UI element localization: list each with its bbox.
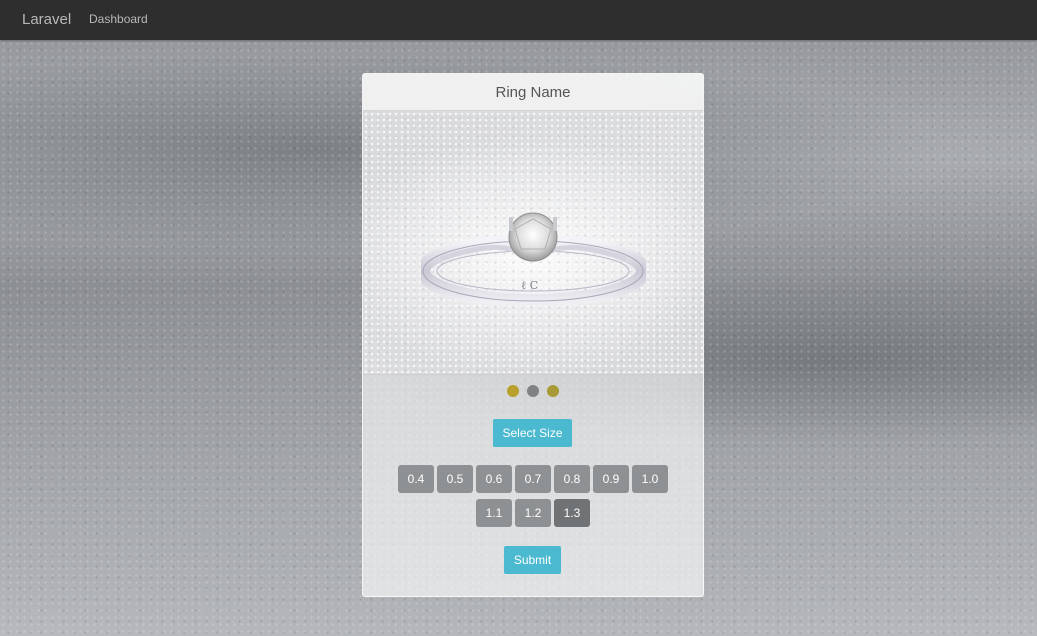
color-option-rose-gold[interactable] [547,385,560,397]
size-button-0-8[interactable]: 0.8 [554,465,590,493]
panel-heading: Ring Name [363,74,703,111]
navbar-brand[interactable]: Laravel [22,11,71,28]
product-title: Ring Name [495,84,571,101]
size-button-1-2[interactable]: 1.2 [515,499,551,527]
size-button-0-5[interactable]: 0.5 [437,465,473,493]
select-size-button[interactable]: Select Size [493,419,572,447]
top-navbar: Laravel Dashboard [0,0,1037,40]
submit-button[interactable]: Submit [504,546,561,574]
size-row-1: 0.4 0.5 0.6 0.7 0.8 0.9 1.0 [363,465,703,493]
product-panel: Ring Name ℓ C Select Size 0.4 0.5 0.6 0.… [362,73,704,597]
size-button-1-1[interactable]: 1.1 [476,499,512,527]
size-button-0-7[interactable]: 0.7 [515,465,551,493]
size-button-0-6[interactable]: 0.6 [476,465,512,493]
size-button-1-0[interactable]: 1.0 [632,465,668,493]
size-button-1-3[interactable]: 1.3 [554,499,590,527]
svg-text:ℓ C: ℓ C [521,279,538,292]
size-button-0-4[interactable]: 0.4 [398,465,434,493]
color-option-silver[interactable] [527,385,539,397]
product-image: ℓ C [363,111,703,375]
nav-link-dashboard[interactable]: Dashboard [89,12,148,26]
size-row-2: 1.1 1.2 1.3 [363,499,703,527]
ring-image: ℓ C [421,212,646,306]
color-option-gold[interactable] [506,385,519,397]
size-button-0-9[interactable]: 0.9 [593,465,629,493]
color-options [363,384,703,402]
